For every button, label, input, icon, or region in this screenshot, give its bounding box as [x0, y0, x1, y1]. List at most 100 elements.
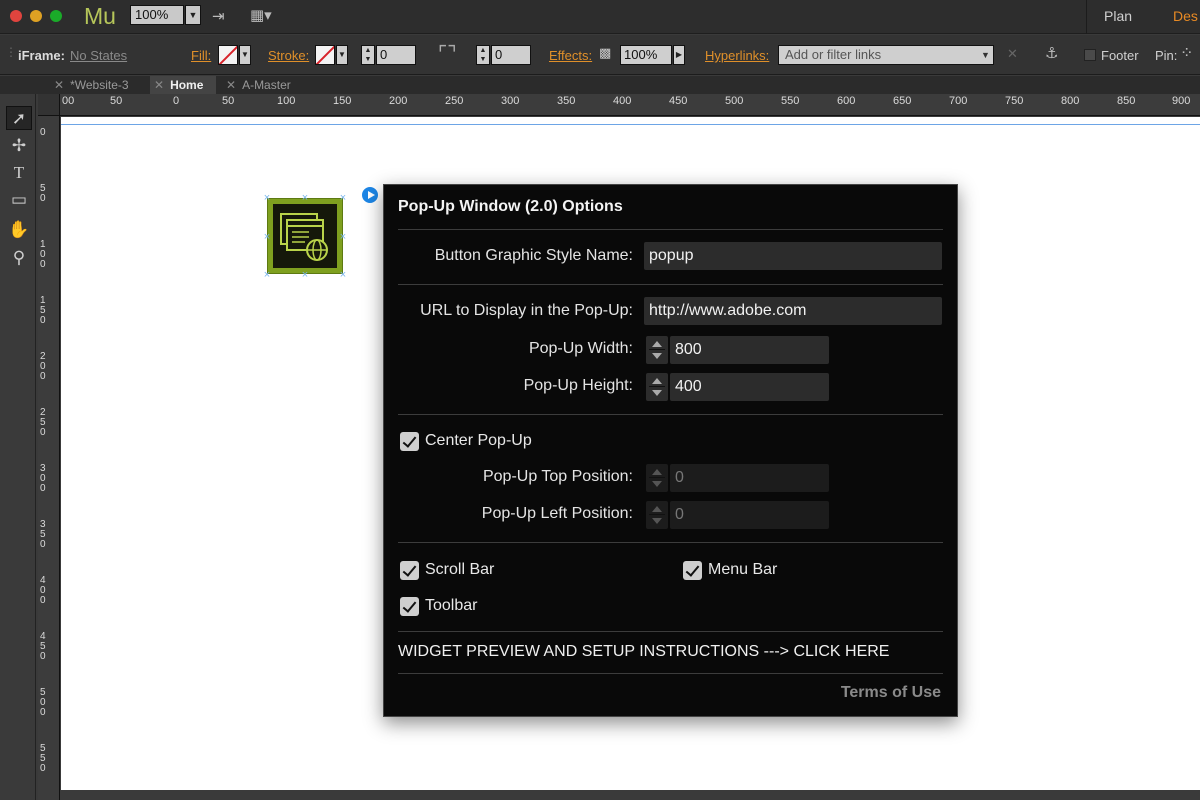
pin-grid-icon[interactable]: ⁘ — [1180, 43, 1193, 63]
selection-tool-icon[interactable]: ➚ — [6, 106, 32, 130]
divider — [398, 229, 943, 230]
tab-close-icon[interactable]: ✕ — [226, 78, 236, 92]
hyperlinks-label[interactable]: Hyperlinks: — [705, 48, 769, 63]
title-bar: Mu 100% ▼ ⇥ ▦▾ Plan Des — [0, 0, 1200, 34]
zoom-tool-icon[interactable]: ⚲ — [6, 246, 32, 270]
tab-close-icon[interactable]: ✕ — [154, 78, 164, 92]
ruler-origin[interactable] — [38, 94, 60, 116]
selection-handle[interactable]: × — [263, 270, 271, 281]
stroke-label[interactable]: Stroke: — [268, 48, 309, 63]
ruler-tick: 500 — [40, 687, 46, 718]
stroke-dropdown-arrow[interactable]: ▼ — [336, 45, 348, 65]
menubar-checkbox[interactable] — [683, 561, 702, 580]
zoom-dropdown-arrow[interactable]: ▼ — [185, 5, 201, 25]
ruler-tick: 250 — [445, 95, 464, 107]
opacity-field[interactable]: 100% — [620, 45, 672, 65]
ruler-tick: 300 — [40, 463, 46, 494]
stroke-width-stepper[interactable]: ▲ ▼ — [361, 45, 375, 65]
ruler-tick: 50 — [40, 183, 46, 204]
selection-handle[interactable]: × — [263, 232, 271, 243]
scrollbar-label: Scroll Bar — [425, 561, 495, 578]
control-bar: ⋮ iFrame: No States Fill: ▼ Stroke: ▼ ▲ ▼… — [0, 35, 1200, 75]
opacity-arrow[interactable]: ▶ — [673, 45, 685, 65]
style-name-label: Button Graphic Style Name: — [434, 247, 633, 264]
place-file-icon[interactable]: ⇥ — [212, 7, 225, 25]
footer-checkbox[interactable] — [1084, 49, 1096, 61]
ruler-tick: 600 — [837, 95, 856, 107]
width-stepper[interactable] — [646, 336, 668, 364]
ruler-tick: 350 — [40, 519, 46, 550]
selection-handle[interactable]: × — [301, 270, 309, 281]
stroke-width-field[interactable]: 0 — [376, 45, 416, 65]
popup-widget-button[interactable] — [267, 198, 343, 274]
terms-of-use-link[interactable]: Terms of Use — [841, 684, 941, 702]
ruler-tick: 300 — [501, 95, 520, 107]
preview-icon[interactable]: ▦▾ — [250, 6, 272, 24]
selection-handle[interactable]: × — [339, 270, 347, 281]
ruler-tick: 150 — [40, 295, 46, 326]
tab-close-icon[interactable]: ✕ — [54, 78, 64, 92]
divider — [398, 673, 943, 674]
fill-dropdown-arrow[interactable]: ▼ — [239, 45, 251, 65]
hand-tool-icon[interactable]: ✋ — [6, 218, 32, 242]
width-label: Pop-Up Width: — [528, 340, 633, 357]
instructions-link[interactable]: WIDGET PREVIEW AND SETUP INSTRUCTIONS --… — [398, 643, 889, 661]
selection-handle[interactable]: × — [263, 193, 271, 204]
widget-options-button[interactable] — [360, 185, 380, 205]
anchor-icon[interactable]: ⚓ — [1045, 44, 1058, 62]
tab-a-master[interactable]: ✕ A-Master — [222, 76, 312, 94]
top-position-input[interactable]: 0 — [670, 464, 829, 492]
toolbar-checkbox[interactable] — [400, 597, 419, 616]
tab-home[interactable]: ✕ Home — [150, 76, 216, 94]
hyperlinks-dropdown-arrow[interactable]: ▼ — [978, 46, 993, 64]
vertical-ruler: 0 50 100 150 200 250 300 350 400 450 500… — [38, 116, 60, 800]
crop-tool-icon[interactable]: ✢ — [6, 134, 32, 158]
selection-handle[interactable]: × — [339, 232, 347, 243]
tab-website-3[interactable]: ✕ *Website-3 — [50, 76, 154, 94]
zoom-level-field[interactable]: 100% — [130, 5, 184, 25]
left-position-input[interactable]: 0 — [670, 501, 829, 529]
app-logo: Mu — [84, 3, 116, 29]
popup-window-icon — [273, 204, 337, 268]
corner-radius-stepper[interactable]: ▲ ▼ — [476, 45, 490, 65]
style-name-input[interactable]: popup — [644, 242, 942, 270]
minimize-window-button[interactable] — [30, 10, 42, 22]
stroke-swatch[interactable] — [315, 45, 335, 65]
text-tool-icon[interactable]: T — [6, 161, 32, 185]
scrollbar-checkbox[interactable] — [400, 561, 419, 580]
ruler-tick: 0 — [173, 95, 180, 107]
center-popup-checkbox[interactable] — [400, 432, 419, 451]
effects-label[interactable]: Effects: — [549, 48, 592, 63]
ruler-tick: 700 — [949, 95, 968, 107]
selection-handle[interactable]: × — [339, 193, 347, 204]
center-popup-label: Center Pop-Up — [425, 432, 532, 449]
top-position-stepper[interactable] — [646, 464, 668, 492]
url-input[interactable]: http://www.adobe.com — [644, 297, 942, 325]
hyperlinks-input[interactable]: Add or filter links — [778, 45, 994, 65]
iframe-state-link[interactable]: No States — [70, 48, 127, 63]
selection-handle[interactable]: × — [301, 193, 309, 204]
zoom-window-button[interactable] — [50, 10, 62, 22]
ruler-tick: 200 — [40, 351, 46, 382]
design-mode-tab[interactable]: Des — [1173, 8, 1198, 24]
plan-mode-tab[interactable]: Plan — [1104, 8, 1132, 24]
height-stepper[interactable] — [646, 373, 668, 401]
horizontal-scrollbar[interactable] — [61, 790, 1200, 800]
ruler-tick: 0 — [40, 127, 46, 138]
panel-grip-icon: ⋮ — [5, 45, 17, 59]
width-input[interactable]: 800 — [670, 336, 829, 364]
divider — [398, 631, 943, 632]
rectangle-tool-icon[interactable]: ▭ — [6, 188, 32, 212]
divider — [398, 414, 943, 415]
corner-radius-field[interactable]: 0 — [491, 45, 531, 65]
clear-link-icon[interactable]: ✕ — [1007, 46, 1018, 62]
ruler-tick: 50 — [110, 95, 123, 107]
toolbar-label: Toolbar — [425, 597, 478, 614]
fill-swatch[interactable] — [218, 45, 238, 65]
fill-label[interactable]: Fill: — [191, 48, 211, 63]
pin-label: Pin: — [1155, 48, 1178, 63]
left-position-stepper[interactable] — [646, 501, 668, 529]
close-window-button[interactable] — [10, 10, 22, 22]
ruler-tick: 750 — [1005, 95, 1024, 107]
height-input[interactable]: 400 — [670, 373, 829, 401]
